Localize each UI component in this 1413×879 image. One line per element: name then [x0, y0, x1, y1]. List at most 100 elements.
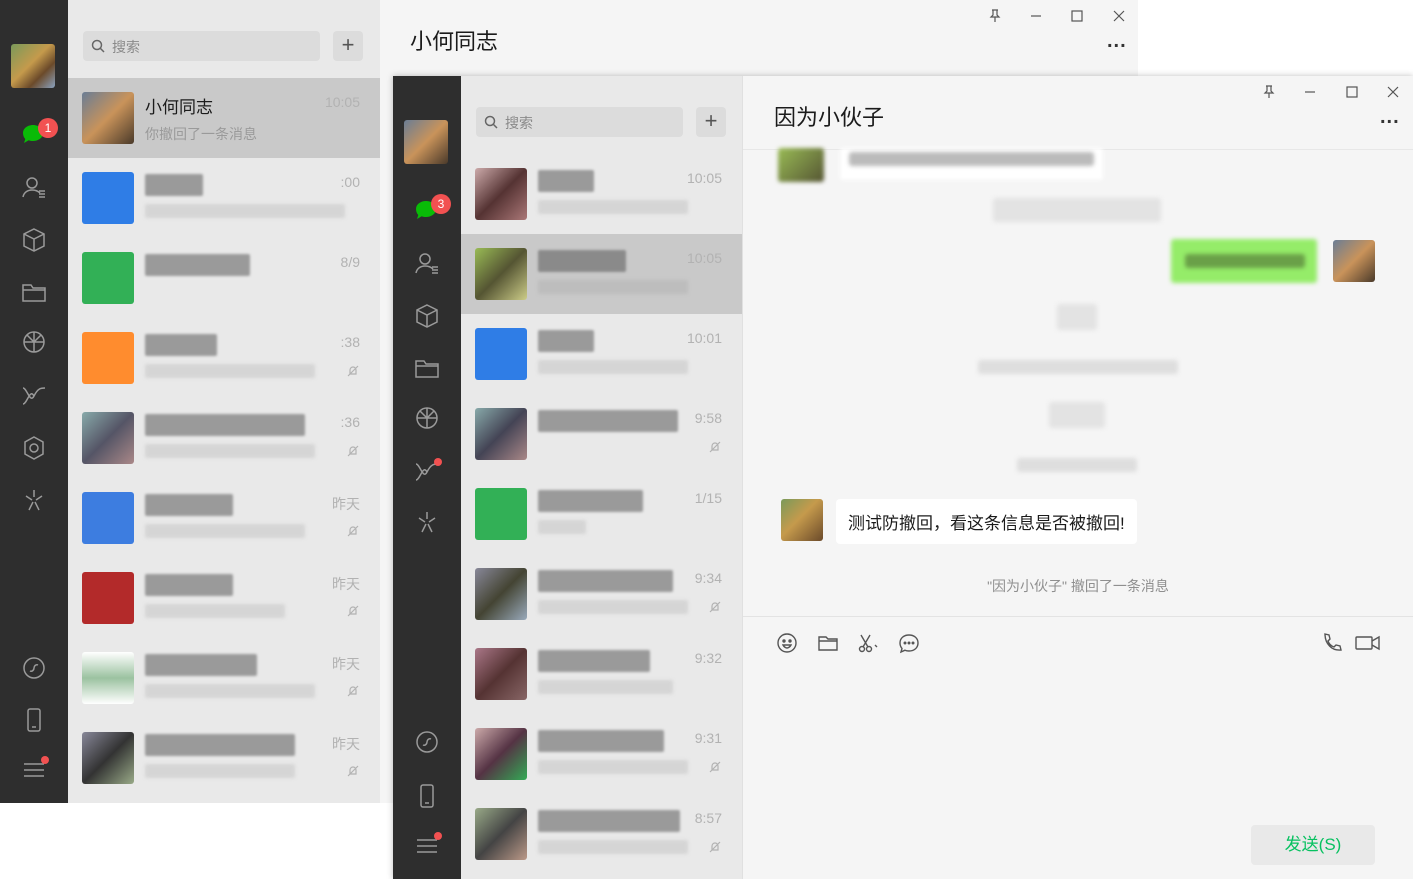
mute-icon — [709, 601, 721, 613]
mini-program-panel-icon[interactable] — [20, 654, 48, 682]
folder-icon[interactable] — [20, 278, 48, 306]
more-options-button[interactable]: ... — [1380, 106, 1400, 129]
avatar — [82, 252, 134, 304]
list-item[interactable]: 昨天 — [68, 558, 380, 638]
list-item[interactable]: 9:58 — [461, 394, 742, 474]
list-item[interactable]: 9:31 — [461, 714, 742, 794]
message-time: 9:32 — [694, 650, 722, 666]
menu-notification-dot — [434, 832, 442, 840]
avatar — [475, 808, 527, 860]
list-item[interactable]: 10:05 — [461, 154, 742, 234]
folder-icon[interactable] — [413, 354, 441, 382]
list-item[interactable]: :00 — [68, 158, 380, 238]
system-notice — [993, 198, 1161, 222]
message-preview — [145, 364, 315, 378]
list-item[interactable]: 9:32 — [461, 634, 742, 714]
list-item[interactable]: 昨天 — [68, 718, 380, 798]
moments-icon[interactable] — [20, 328, 48, 356]
user-avatar[interactable] — [11, 44, 55, 88]
maximize-icon[interactable] — [1070, 9, 1084, 23]
message-preview — [538, 840, 688, 854]
message-bubble-text — [849, 152, 1094, 166]
contact-name — [538, 170, 594, 192]
pin-icon[interactable] — [988, 9, 1002, 23]
mute-icon — [347, 525, 359, 537]
list-item[interactable]: 10:05 — [461, 234, 742, 314]
search-input[interactable]: 搜索 — [83, 31, 320, 61]
channels-notification-dot — [434, 458, 442, 466]
search-input[interactable]: 搜索 — [476, 107, 683, 137]
contact-name — [145, 414, 305, 436]
pin-icon[interactable] — [1262, 85, 1276, 99]
maximize-icon[interactable] — [1345, 85, 1359, 99]
message-time: 8/9 — [340, 254, 360, 270]
search-apps-icon[interactable] — [20, 434, 48, 462]
voice-call-icon[interactable] — [1321, 632, 1343, 654]
unread-badge: 3 — [431, 194, 451, 214]
message-preview — [538, 360, 688, 374]
system-notice — [1049, 402, 1105, 428]
mini-programs-icon[interactable] — [20, 486, 48, 514]
list-item[interactable]: 10:01 — [461, 314, 742, 394]
search-placeholder: 搜索 — [112, 39, 140, 55]
mute-icon — [347, 605, 359, 617]
avatar — [475, 648, 527, 700]
list-item[interactable]: 昨天 — [68, 638, 380, 718]
channels-icon[interactable] — [20, 382, 48, 410]
user-avatar[interactable] — [404, 120, 448, 164]
chat-history-icon[interactable] — [898, 632, 920, 654]
avatar — [475, 248, 527, 300]
avatar — [82, 332, 134, 384]
list-item[interactable]: 1/15 — [461, 474, 742, 554]
contact-name — [538, 650, 650, 672]
contact-name — [145, 494, 233, 516]
more-options-button[interactable]: ... — [1107, 30, 1127, 53]
list-item[interactable]: :38 — [68, 318, 380, 398]
contact-name: 小何同志 — [145, 98, 213, 117]
list-item[interactable]: 8:57 — [461, 794, 742, 874]
menu-notification-dot — [41, 756, 49, 764]
send-button[interactable]: 发送(S) — [1251, 825, 1375, 865]
moments-icon[interactable] — [413, 404, 441, 432]
sender-avatar — [781, 499, 823, 541]
mini-programs-icon[interactable] — [413, 508, 441, 536]
avatar — [82, 92, 134, 144]
system-notice — [978, 360, 1178, 374]
contact-name — [538, 730, 664, 752]
list-item[interactable]: 8/9 — [68, 238, 380, 318]
phone-icon[interactable] — [20, 706, 48, 734]
message-preview — [538, 680, 673, 694]
close-icon[interactable] — [1112, 9, 1126, 23]
message-preview — [145, 524, 305, 538]
contact-name — [145, 654, 257, 676]
minimize-icon[interactable] — [1029, 9, 1043, 23]
favorites-icon[interactable] — [20, 226, 48, 254]
mute-icon — [709, 441, 721, 453]
avatar — [475, 168, 527, 220]
incoming-message: 测试防撤回，看这条信息是否被撤回! — [836, 499, 1137, 544]
add-button[interactable]: + — [333, 31, 363, 61]
system-notice — [1017, 458, 1137, 472]
avatar — [475, 328, 527, 380]
add-button[interactable]: + — [696, 107, 726, 137]
list-item[interactable]: 小何同志 你撤回了一条消息 10:05 — [68, 78, 380, 158]
screenshot-icon[interactable] — [857, 632, 879, 654]
phone-icon[interactable] — [413, 782, 441, 810]
contact-name — [538, 250, 626, 272]
mini-program-panel-icon[interactable] — [413, 728, 441, 756]
minimize-icon[interactable] — [1303, 85, 1317, 99]
list-item[interactable]: :36 — [68, 398, 380, 478]
list-item[interactable]: 9:34 — [461, 554, 742, 634]
favorites-icon[interactable] — [413, 302, 441, 330]
file-icon[interactable] — [817, 632, 839, 654]
message-preview — [538, 600, 688, 614]
close-icon[interactable] — [1386, 85, 1400, 99]
video-call-icon[interactable] — [1355, 632, 1381, 654]
contact-name — [538, 490, 643, 512]
contacts-icon[interactable] — [20, 174, 48, 202]
contacts-icon[interactable] — [413, 250, 441, 278]
list-item[interactable]: 昨天 — [68, 478, 380, 558]
avatar — [82, 572, 134, 624]
emoji-icon[interactable] — [776, 632, 798, 654]
message-time: :38 — [340, 334, 360, 350]
